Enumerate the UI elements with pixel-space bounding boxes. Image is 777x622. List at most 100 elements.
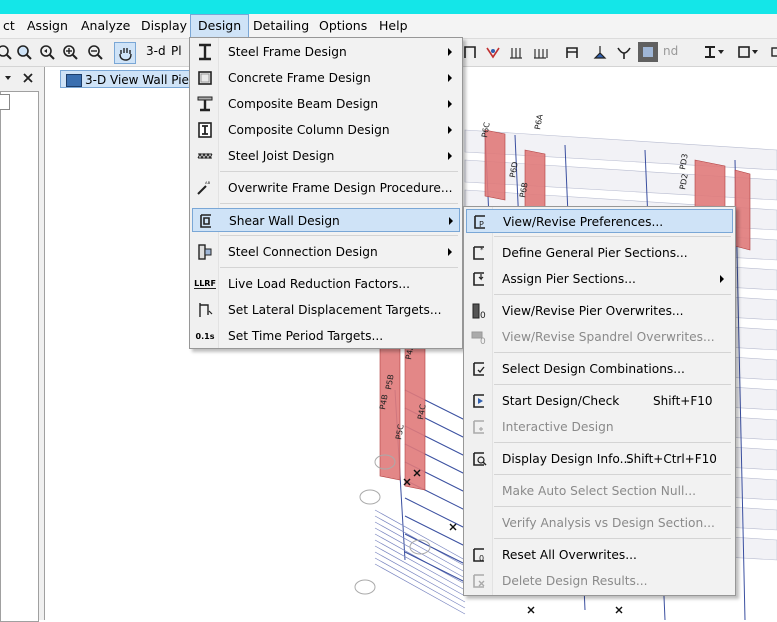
pier-label: P4C xyxy=(416,403,428,420)
nd-label[interactable]: nd xyxy=(663,44,678,58)
menu-item-label: Shear Wall Design xyxy=(229,214,340,228)
menu-item-label: Steel Joist Design xyxy=(228,149,335,163)
menu-item-label: Select Design Combinations... xyxy=(502,362,685,376)
menu-item-label: View/Revise Pier Overwrites... xyxy=(502,304,684,318)
frame-beam-line xyxy=(374,563,466,615)
brace-tool-icon[interactable] xyxy=(483,42,503,62)
zoom-in-icon[interactable] xyxy=(60,42,80,62)
menu-item-label: Composite Column Design xyxy=(228,123,390,137)
menu-design[interactable]: Design xyxy=(190,14,250,38)
design-menu-item-steel-joist-design[interactable]: Steel Joist Design xyxy=(192,144,460,168)
grid-bubble xyxy=(359,489,381,505)
render-icon[interactable] xyxy=(638,42,658,62)
shear-wall-menu-item-assign-pier-sections[interactable]: Assign Pier Sections... xyxy=(466,267,733,291)
design-menu-item-composite-beam-design[interactable]: Composite Beam Design xyxy=(192,92,460,116)
close-icon[interactable] xyxy=(22,72,34,84)
shear-wall-pier xyxy=(484,129,506,201)
submenu-arrow-icon xyxy=(448,48,452,56)
tab-3d-view[interactable]: 3-D View Wall Pier L xyxy=(60,70,200,88)
shear-wall-design-submenu: P View/Revise Preferences... * Define Gener… xyxy=(463,206,736,596)
tab-label: 3-D View Wall Pier L xyxy=(85,73,200,87)
menu-separator xyxy=(494,538,731,539)
frame-section-icon[interactable] xyxy=(562,42,582,62)
shortcut-label: Shift+Ctrl+F10 xyxy=(626,452,717,466)
model-explorer-panel xyxy=(0,67,45,622)
menu-help[interactable]: Help xyxy=(372,14,415,38)
shear-wall-menu-item-start-design-check[interactable]: Start Design/Check Shift+F10 xyxy=(466,389,733,413)
shear-wall-menu-item-define-general-pier-sections[interactable]: * Define General Pier Sections... xyxy=(466,241,733,265)
shear-wall-menu-item-delete-design-results: Delete Design Results... xyxy=(466,569,733,593)
design-menu-item-concrete-frame-design[interactable]: Concrete Frame Design xyxy=(192,66,460,90)
shear-wall-pier xyxy=(734,169,751,251)
displacement-target-icon xyxy=(196,301,214,319)
start-design-icon xyxy=(470,392,488,410)
menu-item-label: Live Load Reduction Factors... xyxy=(228,277,410,291)
pan-hand-icon[interactable] xyxy=(114,42,136,64)
design-menu-item-set-lateral-displacement-targets[interactable]: Set Lateral Displacement Targets... xyxy=(192,298,460,322)
menu-assign[interactable]: Assign xyxy=(20,14,75,38)
i-beam-icon xyxy=(196,43,214,61)
time-period-icon: 0.1s xyxy=(196,327,215,345)
design-menu-item-composite-column-design[interactable]: Composite Column Design xyxy=(192,118,460,142)
restraint-icon[interactable] xyxy=(614,42,634,62)
menu-item-label: Steel Connection Design xyxy=(228,245,378,259)
menu-separator xyxy=(494,506,731,507)
design-menu-item-shear-wall-design[interactable]: Shear Wall Design xyxy=(192,208,460,232)
llrf-icon: LLRF xyxy=(194,275,216,293)
design-menu-item-overwrite-frame-design-procedure[interactable]: ᴬᴮ Overwrite Frame Design Procedure... xyxy=(192,176,460,200)
shortcut-label: Shift+F10 xyxy=(653,394,713,408)
menu-separator xyxy=(494,442,731,443)
frame-tool-icon[interactable] xyxy=(460,42,480,62)
menu-separator xyxy=(494,384,731,385)
menu-detailing[interactable]: Detailing xyxy=(246,14,316,38)
zoom-window-icon[interactable] xyxy=(14,42,34,62)
menu-select[interactable]: ct xyxy=(0,14,22,38)
menu-separator xyxy=(494,236,731,237)
shear-wall-menu-item-make-auto-select-section-null: Make Auto Select Section Null... xyxy=(466,479,733,503)
chevron-down-icon[interactable] xyxy=(750,42,760,62)
plan-view-button[interactable]: Pl xyxy=(171,44,182,58)
3d-view-button[interactable]: 3-d xyxy=(146,44,166,58)
menu-analyze[interactable]: Analyze xyxy=(74,14,137,38)
submenu-arrow-icon xyxy=(448,248,452,256)
shear-wall-menu-item-display-design-info[interactable]: Display Design Info... Shift+Ctrl+F10 xyxy=(466,447,733,471)
svg-text:*: * xyxy=(480,246,484,254)
concrete-section-icon xyxy=(196,69,214,87)
menu-separator xyxy=(494,474,731,475)
design-menu-item-set-time-period-targets[interactable]: 0.1s Set Time Period Targets... xyxy=(192,324,460,348)
design-menu-item-steel-frame-design[interactable]: Steel Frame Design xyxy=(192,40,460,64)
shear-wall-menu-item-view-revise-preferences[interactable]: P View/Revise Preferences... xyxy=(466,209,733,233)
tree-toggle[interactable] xyxy=(0,94,10,110)
shear-wall-menu-item-reset-all-overwrites[interactable]: 0 Reset All Overwrites... xyxy=(466,543,733,567)
chevron-down-icon[interactable] xyxy=(4,74,12,82)
design-menu-item-live-load-reduction-factors[interactable]: LLRF Live Load Reduction Factors... xyxy=(192,272,460,296)
frame-beam-line xyxy=(374,527,466,579)
menu-item-label: View/Revise Preferences... xyxy=(503,215,664,229)
shear-wall-menu-item-view-revise-spandrel-overwrites: 0 View/Revise Spandrel Overwrites... xyxy=(466,325,733,349)
panel-header xyxy=(0,67,44,89)
zoom-previous-icon[interactable] xyxy=(37,42,57,62)
menu-options[interactable]: Options xyxy=(312,14,374,38)
design-menu-item-steel-connection-design[interactable]: Steel Connection Design xyxy=(192,240,460,264)
composite-column-icon xyxy=(196,121,214,139)
menu-item-label: Composite Beam Design xyxy=(228,97,379,111)
joist-tool-icon[interactable] xyxy=(506,42,526,62)
column-grid-icon[interactable] xyxy=(530,42,550,62)
shear-wall-menu-item-select-design-combinations[interactable]: Select Design Combinations... xyxy=(466,357,733,381)
link-icon[interactable] xyxy=(766,42,777,62)
menu-display[interactable]: Display xyxy=(134,14,194,38)
support-icon[interactable] xyxy=(590,42,610,62)
menu-item-label: Assign Pier Sections... xyxy=(502,272,636,286)
menu-item-label: Verify Analysis vs Design Section... xyxy=(502,516,715,530)
zoom-icon[interactable] xyxy=(0,42,14,62)
shear-wall-menu-item-view-revise-pier-overwrites[interactable]: 0 View/Revise Pier Overwrites... xyxy=(466,299,733,323)
svg-text:0: 0 xyxy=(480,311,486,320)
menu-item-label: Delete Design Results... xyxy=(502,574,648,588)
zoom-out-icon[interactable] xyxy=(85,42,105,62)
design-menu: Steel Frame Design Concrete Frame Design C… xyxy=(189,37,463,349)
shear-wall-menu-item-verify-analysis-vs-design-section: Verify Analysis vs Design Section... xyxy=(466,511,733,535)
svg-text:P: P xyxy=(479,220,484,229)
model-tree[interactable] xyxy=(0,91,39,622)
chevron-down-icon[interactable] xyxy=(716,42,726,62)
reset-overwrites-icon: 0 xyxy=(470,546,488,564)
